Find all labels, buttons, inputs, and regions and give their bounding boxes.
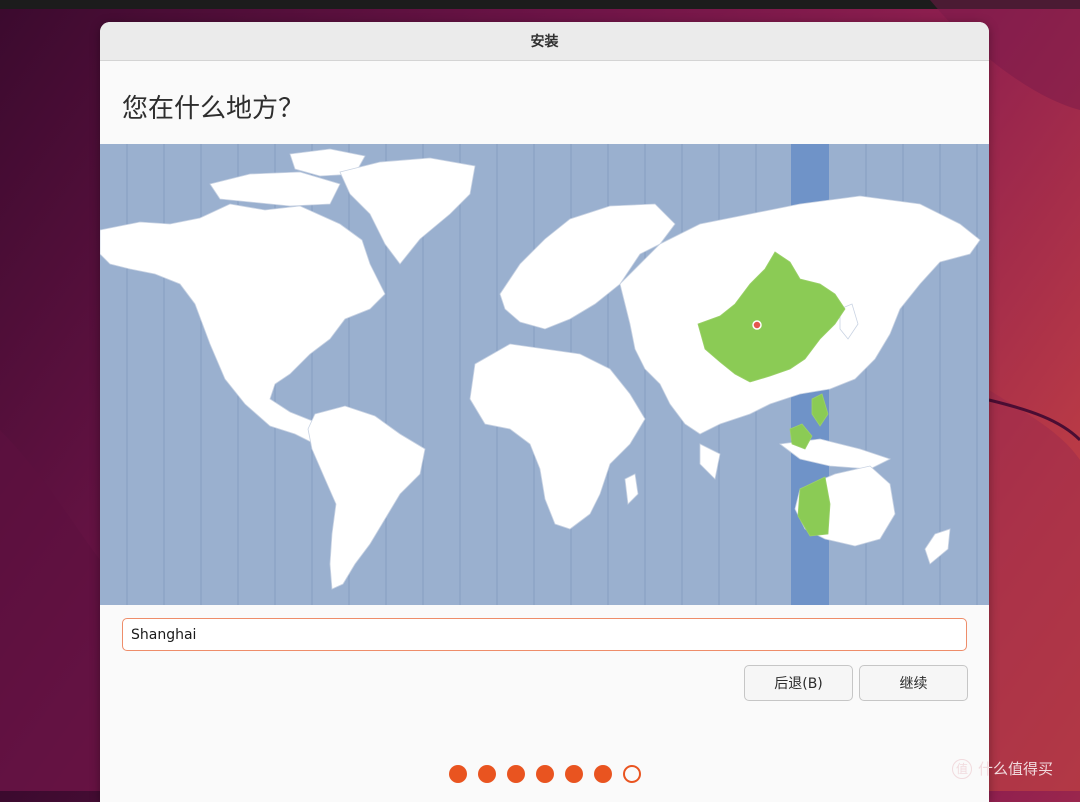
step-dot-completed (594, 765, 612, 783)
window-title: 安装 (530, 34, 559, 50)
watermark-logo-icon: 值 (952, 758, 972, 779)
step-dot-completed (449, 765, 467, 783)
title-bar[interactable]: 安装 (100, 22, 989, 61)
step-progress-dots (449, 765, 641, 783)
step-dot-completed (507, 765, 525, 783)
location-marker (752, 320, 762, 330)
timezone-map[interactable] (100, 144, 989, 605)
continue-button[interactable]: 继续 (859, 665, 968, 701)
page-title: 您在什么地方？ (122, 94, 305, 124)
watermark: 值 什么值得买 (952, 758, 1053, 779)
watermark-text: 什么值得买 (978, 760, 1054, 778)
location-input[interactable] (122, 618, 967, 651)
step-dot-current (623, 765, 641, 783)
step-dot-completed (536, 765, 554, 783)
step-dot-completed (565, 765, 583, 783)
installer-window: 安装 您在什么地方？ Shanghai 后退(B) 继续 (100, 22, 989, 802)
step-dot-completed (478, 765, 496, 783)
back-button[interactable]: 后退(B) (744, 665, 853, 701)
